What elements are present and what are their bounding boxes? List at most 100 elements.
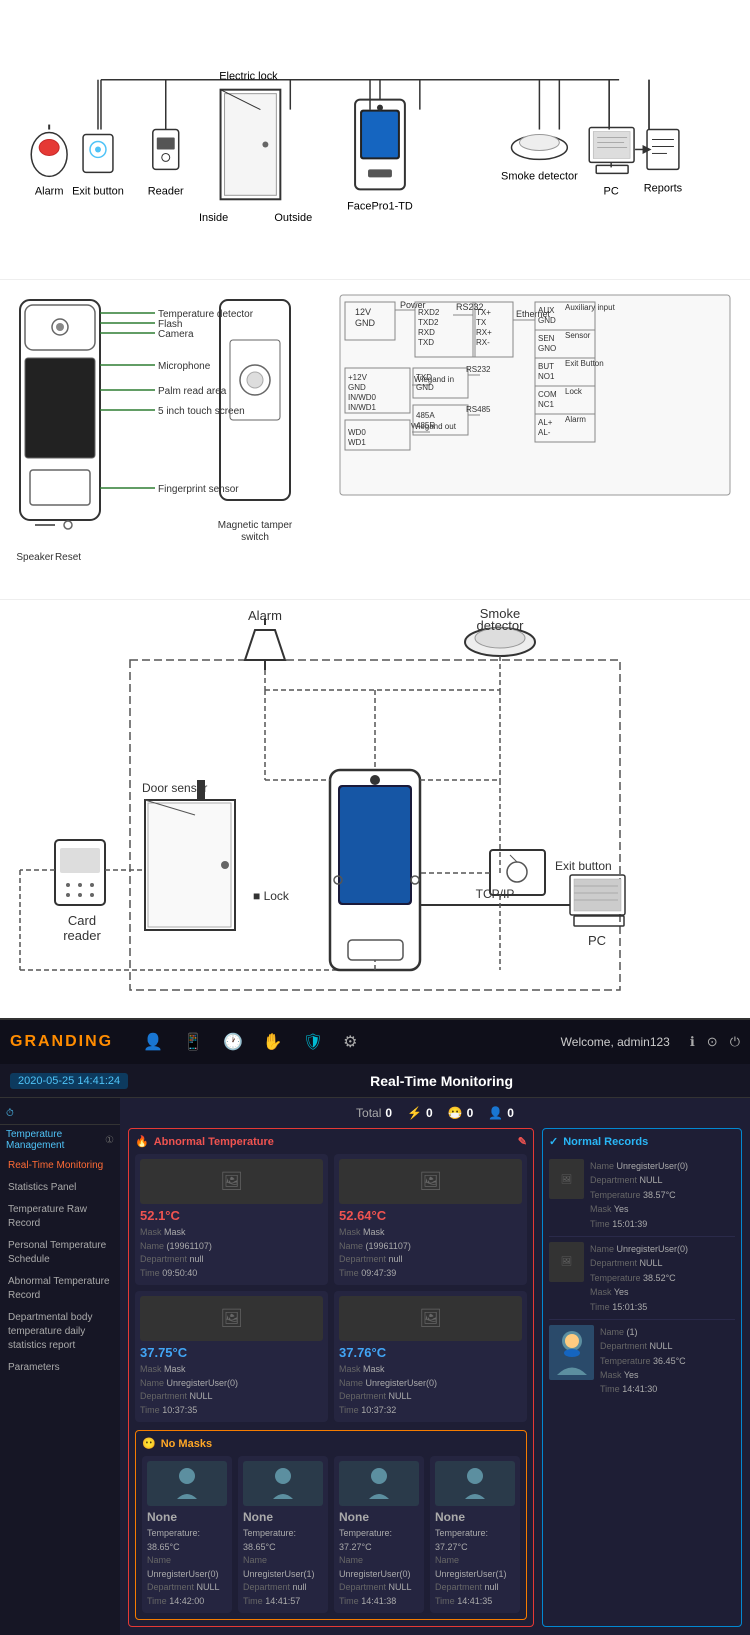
panels-row: 🔥 Abnormal Temperature ✎ 🖼 52.1°C Mask M… — [128, 1128, 742, 1627]
nav-right-icons: ℹ ⊙ ⏻ — [690, 1034, 740, 1050]
electric-lock-label: Electric lock — [219, 71, 278, 83]
svg-text:AL-: AL- — [538, 428, 551, 437]
svg-text:NO1: NO1 — [538, 372, 555, 381]
svg-text:Exit Button: Exit Button — [565, 359, 604, 368]
abnormal-card-1: 🖼 52.1°C Mask Mask Name (19961107) Depar… — [135, 1154, 328, 1285]
face-icon: 😷 — [448, 1106, 463, 1120]
temp-val-4: 37.76°C — [339, 1345, 522, 1360]
abnormal-panel-title: Abnormal Temperature — [154, 1136, 274, 1148]
normal-record-img-2: 🖼 — [549, 1242, 584, 1282]
abnormal-edit-icon[interactable]: ✎ — [518, 1135, 527, 1148]
fire-icon: ⚡ — [407, 1106, 422, 1120]
speaker-label: Speaker — [16, 552, 54, 563]
no-mask-card-4: None Temperature: 37.27°C Name Unregiste… — [430, 1456, 520, 1613]
svg-text:RX-: RX- — [476, 338, 490, 347]
nav-settings-icon[interactable]: ⚙ — [343, 1032, 357, 1052]
stat-fire: ⚡ 0 — [407, 1106, 433, 1120]
svg-text:GND: GND — [538, 316, 556, 325]
page-title: Real-Time Monitoring — [143, 1073, 740, 1089]
normal-record-info-2: Name UnregisterUser(0) Department NULL T… — [590, 1242, 688, 1314]
svg-text:Alarm: Alarm — [565, 415, 586, 424]
svg-text:485A: 485A — [416, 411, 435, 420]
user-icon: 👤 — [488, 1106, 503, 1120]
main-content: ⏱ Temperature Management ① Real-Time Mon… — [0, 1098, 750, 1635]
svg-text:WD0: WD0 — [348, 428, 366, 437]
svg-text:TXD2: TXD2 — [418, 318, 439, 327]
stat-total: Total 0 — [356, 1106, 392, 1120]
sidebar-item-params[interactable]: Parameters — [0, 1357, 120, 1379]
no-mask-info-3: Temperature: 37.27°C Name UnregisterUser… — [339, 1527, 419, 1608]
user-count: 0 — [507, 1106, 514, 1120]
no-mask-title: No Masks — [161, 1438, 212, 1450]
svg-text:12V: 12V — [355, 307, 371, 317]
sidebar-item-realtime[interactable]: Real-Time Monitoring — [0, 1155, 120, 1177]
nav-help-icon[interactable]: ℹ — [690, 1034, 695, 1050]
nav-phone-icon[interactable]: 📱 — [183, 1032, 203, 1052]
svg-text:+12V: +12V — [348, 373, 368, 382]
nav-shield-icon[interactable]: 🛡 — [303, 1032, 323, 1052]
nav-info-icon[interactable]: ⊙ — [707, 1034, 718, 1050]
abnormal-card-img-2: 🖼 — [339, 1159, 522, 1204]
abnormal-card-img-4: 🖼 — [339, 1296, 522, 1341]
abnormal-card-2: 🖼 52.64°C Mask Mask Name (19961107) Depa… — [334, 1154, 527, 1285]
svg-text:Lock: Lock — [565, 387, 583, 396]
normal-record-1: 🖼 Name UnregisterUser(0) Department NULL… — [549, 1154, 735, 1237]
total-count: 0 — [385, 1106, 392, 1120]
no-mask-img-3 — [339, 1461, 419, 1506]
abnormal-cards-grid: 🖼 52.1°C Mask Mask Name (19961107) Depar… — [135, 1154, 527, 1422]
sidebar-item-rawrecord[interactable]: Temperature Raw Record — [0, 1199, 120, 1235]
nav-clock-icon[interactable]: 🕐 — [223, 1032, 243, 1052]
no-mask-none-2: None — [243, 1510, 323, 1524]
no-mask-header: 😶 No Masks — [142, 1437, 520, 1450]
inside-label: Inside — [199, 212, 228, 224]
outside-label: Outside — [274, 212, 312, 224]
abnormal-card-img-3: 🖼 — [140, 1296, 323, 1341]
sub-navbar: 2020-05-25 14:41:24 Real-Time Monitoring — [0, 1064, 750, 1098]
no-mask-none-1: None — [147, 1510, 227, 1524]
no-mask-none-3: None — [339, 1510, 419, 1524]
fingerprint-label: Fingerprint sensor — [158, 484, 239, 495]
normal-record-img-1: 🖼 — [549, 1159, 584, 1199]
svg-text:COM: COM — [538, 390, 557, 399]
sidebar-clock-icon: ⏱ — [6, 1108, 14, 1119]
svg-text:GNO: GNO — [538, 344, 556, 353]
nav-icons: 👤 📱 🕐 ✋ 🛡 ⚙ — [143, 1032, 551, 1052]
fire-count: 0 — [426, 1106, 433, 1120]
connection-diagram: Alarm Smoke detector Door sensor — [0, 600, 750, 1020]
svg-text:AUX: AUX — [538, 306, 555, 315]
reset-label: Reset — [55, 552, 81, 563]
svg-text:Sensor: Sensor — [565, 331, 591, 340]
nav-power-icon[interactable]: ⏻ — [730, 1034, 740, 1050]
normal-records-panel: ✓ Normal Records 🖼 Name UnregisterUser(0… — [542, 1128, 742, 1627]
sidebar-item-deptreport[interactable]: Departmental body temperature daily stat… — [0, 1307, 120, 1357]
normal-record-img-3 — [549, 1325, 594, 1380]
nav-person-icon[interactable]: 👤 — [143, 1032, 163, 1052]
sidebar-item-stats[interactable]: Statistics Panel — [0, 1177, 120, 1199]
no-mask-img-2 — [243, 1461, 323, 1506]
svg-text:RS232: RS232 — [466, 365, 491, 374]
svg-text:SEN: SEN — [538, 334, 555, 343]
no-mask-img-1 — [147, 1461, 227, 1506]
svg-text:RS485: RS485 — [466, 405, 491, 414]
pc-label: PC — [604, 185, 619, 197]
touch-screen-label: 5 inch touch screen — [158, 406, 245, 417]
palm-read-label: Palm read area — [158, 386, 227, 397]
no-mask-icon: 😶 — [142, 1437, 156, 1450]
normal-panel-header: ✓ Normal Records — [549, 1135, 735, 1148]
normal-record-info-3: Name (1) Department NULL Temperature 36.… — [600, 1325, 686, 1397]
nav-fingerprint-icon[interactable]: ✋ — [263, 1032, 283, 1052]
tcp-ip-label: TCP/IP — [476, 887, 515, 901]
svg-text:WD1: WD1 — [348, 438, 366, 447]
svg-text:RXD: RXD — [418, 328, 435, 337]
abnormal-fire-icon: 🔥 — [135, 1135, 149, 1148]
normal-record-2: 🖼 Name UnregisterUser(0) Department NULL… — [549, 1237, 735, 1320]
no-mask-card-2: None Temperature: 38.65°C Name Unregiste… — [238, 1456, 328, 1613]
sidebar-item-personaltemp[interactable]: Personal Temperature Schedule — [0, 1235, 120, 1271]
welcome-text: Welcome, admin123 — [561, 1035, 670, 1049]
total-label: Total — [356, 1106, 381, 1120]
normal-record-info-1: Name UnregisterUser(0) Department NULL T… — [590, 1159, 688, 1231]
abnormal-card-4: 🖼 37.76°C Mask Mask Name UnregisterUser(… — [334, 1291, 527, 1422]
svg-text:Auxiliary input: Auxiliary input — [565, 303, 616, 312]
sidebar-item-abnormalrecord[interactable]: Abnormal Temperature Record — [0, 1271, 120, 1307]
abnormal-card-3: 🖼 37.75°C Mask Mask Name UnregisterUser(… — [135, 1291, 328, 1422]
